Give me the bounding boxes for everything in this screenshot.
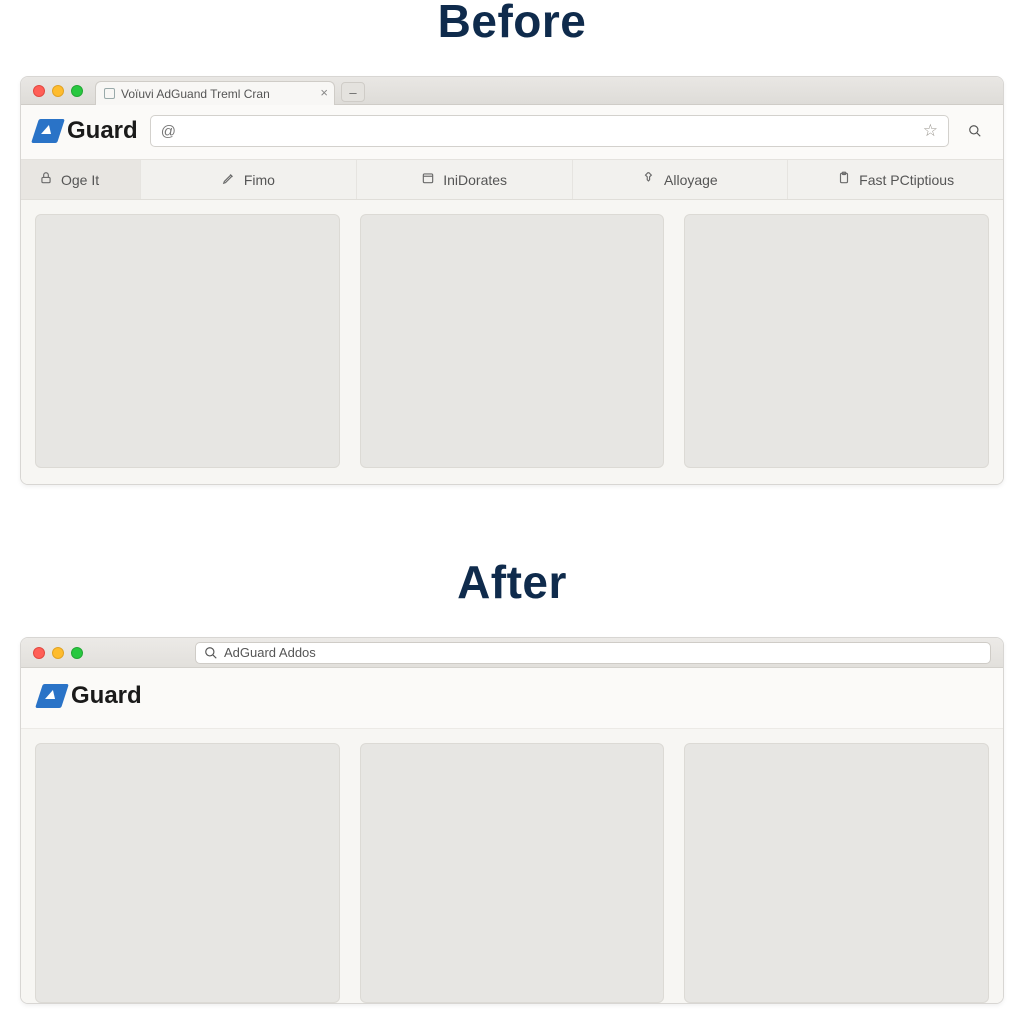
brand-name: Guard	[67, 117, 138, 145]
before-browser-window: Voïuvi AdGuand Treml Cran × – Guard @ ☆ …	[20, 76, 1004, 485]
brand-logo: Guard	[35, 117, 138, 145]
browser-toolbar: Guard @ ☆	[21, 105, 1003, 160]
address-bar[interactable]: @ ☆	[150, 115, 949, 147]
shield-icon	[35, 684, 69, 708]
page-nav-tabs: Oge It Fimo IniDorates Alloyage Fast PCt…	[21, 160, 1003, 200]
minimize-window-button[interactable]	[52, 647, 64, 659]
after-browser-window: AdGuard Addos Guard	[20, 637, 1004, 1004]
zoom-window-button[interactable]	[71, 647, 83, 659]
nav-tab-3[interactable]: Alloyage	[573, 160, 789, 199]
tab-favicon-icon	[104, 88, 115, 99]
content-card	[684, 743, 989, 1003]
after-heading: After	[0, 555, 1024, 609]
pen-icon	[222, 171, 236, 188]
clipboard-icon	[837, 171, 851, 188]
brand-logo: Guard	[39, 682, 142, 710]
lock-icon	[39, 171, 53, 188]
search-button[interactable]	[961, 117, 989, 145]
magnifier-icon	[968, 124, 982, 138]
titlebar-search[interactable]: AdGuard Addos	[195, 642, 991, 664]
window-controls	[21, 77, 95, 104]
tab-title: Voïuvi AdGuand Treml Cran	[121, 87, 270, 101]
minimize-window-button[interactable]	[52, 85, 64, 97]
window-controls	[21, 638, 95, 667]
titlebar-search-text: AdGuard Addos	[224, 645, 316, 660]
content-card	[360, 214, 665, 468]
nav-tab-label: Oge It	[61, 172, 99, 188]
window-titlebar: AdGuard Addos	[21, 638, 1003, 668]
nav-tab-label: Fimo	[244, 172, 275, 188]
content-grid	[21, 729, 1003, 1003]
tab-strip: Voïuvi AdGuand Treml Cran × –	[21, 77, 1003, 105]
nav-tab-label: Alloyage	[664, 172, 718, 188]
pin-icon	[642, 171, 656, 188]
tab-close-icon[interactable]: ×	[320, 86, 328, 99]
content-card	[35, 743, 340, 1003]
new-tab-button[interactable]: –	[341, 82, 365, 102]
content-card	[35, 214, 340, 468]
close-window-button[interactable]	[33, 85, 45, 97]
content-card	[360, 743, 665, 1003]
close-window-button[interactable]	[33, 647, 45, 659]
content-card	[684, 214, 989, 468]
nav-tab-0[interactable]: Oge It	[21, 160, 141, 199]
nav-tab-label: Fast PCtiptious	[859, 172, 954, 188]
shield-icon	[31, 119, 65, 143]
brand-name: Guard	[71, 682, 142, 710]
url-leading-icon: @	[161, 123, 176, 140]
nav-tab-label: IniDorates	[443, 172, 507, 188]
calendar-icon	[421, 171, 435, 188]
zoom-window-button[interactable]	[71, 85, 83, 97]
magnifier-icon	[204, 646, 218, 660]
browser-toolbar: Guard	[21, 668, 1003, 729]
before-heading: Before	[0, 0, 1024, 48]
content-grid	[21, 200, 1003, 484]
nav-tab-1[interactable]: Fimo	[141, 160, 357, 199]
nav-tab-4[interactable]: Fast PCtiptious	[788, 160, 1003, 199]
nav-tab-2[interactable]: IniDorates	[357, 160, 573, 199]
bookmark-star-icon[interactable]: ☆	[923, 121, 938, 141]
browser-tab[interactable]: Voïuvi AdGuand Treml Cran ×	[95, 81, 335, 105]
